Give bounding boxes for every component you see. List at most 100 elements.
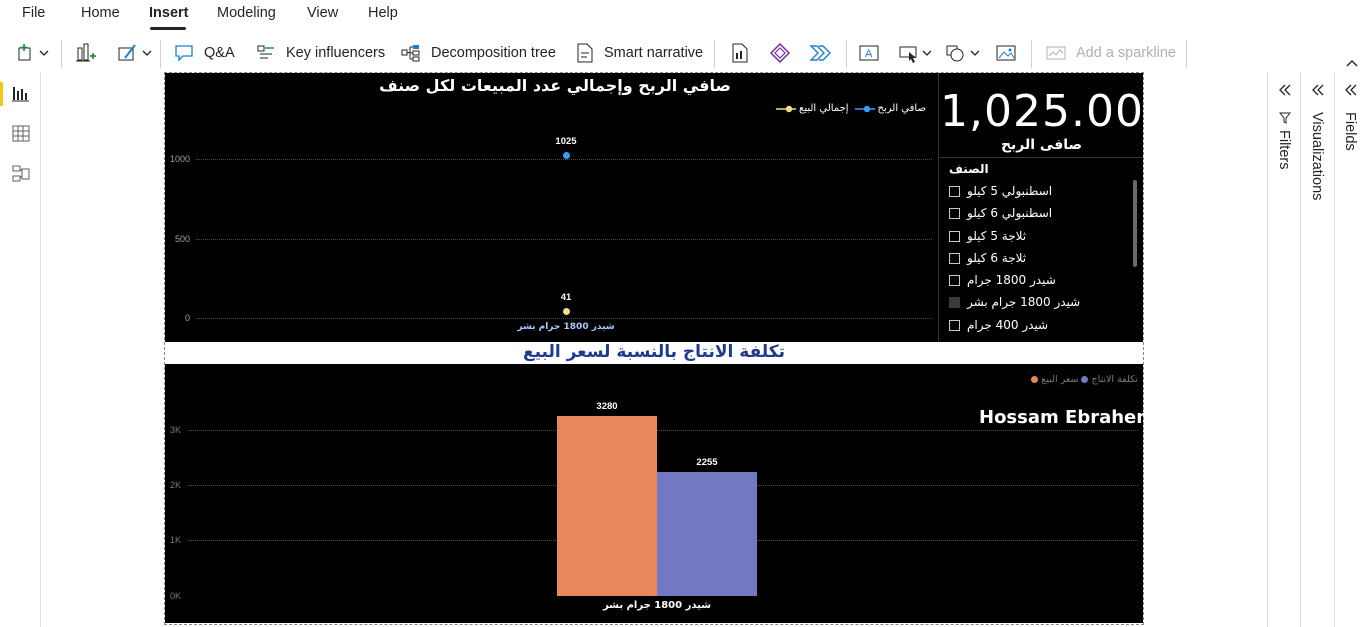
legend-marker-sales-icon xyxy=(776,105,796,112)
slicer-item-label: اسطنبولي 5 كيلو xyxy=(967,184,1053,198)
button-cursor-icon xyxy=(899,46,932,63)
legend-sale-price-label: سعر البيع xyxy=(1041,374,1079,385)
slicer-item-label: شيدر 1800 جرام xyxy=(967,273,1056,287)
image-button[interactable] xyxy=(995,34,1017,72)
slicer-checkbox[interactable] xyxy=(949,207,960,219)
x-category-label: شيدر 1800 جرام بشر xyxy=(517,322,615,332)
view-switcher-rail xyxy=(0,72,41,627)
menu-insert[interactable]: Insert xyxy=(149,5,189,21)
menu-help[interactable]: Help xyxy=(368,5,398,21)
author-name: Hossam Ebrahem xyxy=(979,407,1156,428)
decomposition-tree-label: Decomposition tree xyxy=(431,45,556,61)
y-tick-label: 0 xyxy=(184,313,190,323)
slicer-scrollbar[interactable] xyxy=(1133,180,1137,267)
qa-button[interactable]: Q&A xyxy=(174,34,235,72)
menu-modeling[interactable]: Modeling xyxy=(217,5,276,21)
menu-file[interactable]: File xyxy=(22,5,45,21)
paginated-report-icon xyxy=(732,43,748,63)
smart-narrative-icon xyxy=(577,43,593,63)
fields-pane[interactable]: Fields xyxy=(1334,72,1366,627)
power-apps-icon xyxy=(770,43,790,63)
menu-home[interactable]: Home xyxy=(81,5,120,21)
bar-chart-plus-icon xyxy=(76,43,96,62)
qa-label: Q&A xyxy=(204,45,235,61)
text-box-button[interactable]: A xyxy=(858,34,880,72)
speech-bubble-icon xyxy=(175,45,193,62)
key-influencers-button[interactable]: Key influencers xyxy=(256,34,385,72)
production-cost-data-label: 2255 xyxy=(696,456,718,468)
slicer-item-label: شيدر 400 جرام xyxy=(967,318,1049,332)
slicer-item-label: شيدر 1800 جرام بشر xyxy=(967,295,1081,309)
slicer-item-label: ثلاجة 6 كيلو xyxy=(967,251,1027,265)
net-profit-card-value: 1,025.00 xyxy=(940,86,1144,137)
slicer-checkbox[interactable] xyxy=(949,252,960,264)
legend-production-cost-dot xyxy=(1081,376,1089,383)
key-influencers-icon xyxy=(257,45,274,59)
more-visuals-button[interactable] xyxy=(75,34,97,72)
profit-sales-chart-title: صافي الربح وإجمالي عدد المبيعات لكل صنف xyxy=(379,76,731,95)
power-apps-button[interactable] xyxy=(770,34,790,72)
model-view-icon[interactable] xyxy=(11,164,31,184)
cost-chart-title-band: تكلفة الانتاج بالنسبة لسعر البيع xyxy=(165,342,1143,364)
smart-narrative-button[interactable]: Smart narrative xyxy=(576,34,703,72)
format-visual-button[interactable] xyxy=(117,34,153,72)
image-icon xyxy=(996,45,1016,61)
new-visual-button[interactable] xyxy=(18,34,52,72)
power-automate-icon xyxy=(809,45,831,61)
net-profit-card-label: صافى الربح xyxy=(1000,137,1083,153)
text-box-icon: A xyxy=(859,45,879,61)
slicer-item[interactable]: اسطنبولي 5 كيلو xyxy=(949,182,1052,200)
ribbon: Q&A Key influencers Decomposition tree S… xyxy=(0,34,1366,72)
fields-pane-label: Fields xyxy=(1342,112,1358,151)
slicer-item[interactable]: ثلاجة 5 كيلو xyxy=(949,227,1026,245)
slicer-item-label: اسطنبولي 6 كيلو xyxy=(967,206,1053,220)
slicer-item[interactable]: اسطنبولي 6 كيلو xyxy=(949,204,1052,222)
expand-fields-chevron-icon[interactable] xyxy=(1344,84,1358,96)
data-view-icon[interactable] xyxy=(11,124,31,144)
profit-sales-legend: إجمالي البيع صافي الربح xyxy=(776,103,926,114)
y-tick-label: 1K xyxy=(170,535,182,545)
slicer-item[interactable]: ثلاجة 6 كيلو xyxy=(949,249,1026,267)
legend-sales-label: إجمالي البيع xyxy=(799,103,849,114)
ribbon-separator xyxy=(61,40,62,68)
y-tick-label: 500 xyxy=(174,234,190,244)
add-sparkline-button[interactable]: Add a sparkline xyxy=(1046,34,1176,72)
legend-production-cost-label: تكلفة الانتاج xyxy=(1091,374,1138,385)
cost-vs-price-chart-title: تكلفة الانتاج بالنسبة لسعر البيع xyxy=(522,342,786,362)
active-view-indicator xyxy=(0,82,3,106)
x-category-label: شيدر 1800 جرام بشر xyxy=(602,600,712,611)
slicer-item[interactable]: شيدر 1800 جرام بشر xyxy=(949,293,1080,311)
expand-filters-chevron-icon[interactable] xyxy=(1278,84,1292,96)
svg-text:A: A xyxy=(865,48,873,60)
slicer-checkbox[interactable] xyxy=(949,230,960,242)
power-automate-button[interactable] xyxy=(809,34,831,72)
sales-point[interactable] xyxy=(562,307,570,315)
slicer-checkbox[interactable] xyxy=(949,185,960,197)
slicer-item[interactable]: شيدر 400 جرام xyxy=(949,316,1048,334)
ribbon-separator xyxy=(714,40,715,68)
filters-pane-label: Filters xyxy=(1276,130,1292,170)
sale-price-bar[interactable] xyxy=(557,415,657,596)
filters-pane[interactable]: Filters xyxy=(1267,72,1301,627)
report-view-icon[interactable] xyxy=(11,84,31,104)
legend-profit-label: صافي الربح xyxy=(877,103,926,114)
buttons-dropdown[interactable] xyxy=(898,34,936,72)
production-cost-bar[interactable] xyxy=(657,471,757,596)
profit-point[interactable] xyxy=(562,151,570,159)
y-tick-label: 0K xyxy=(170,591,182,601)
filter-funnel-icon xyxy=(1279,112,1291,124)
slicer-item[interactable]: شيدر 1800 جرام xyxy=(949,271,1056,289)
expand-visualizations-chevron-icon[interactable] xyxy=(1311,84,1325,96)
slicer-checkbox[interactable] xyxy=(949,274,960,286)
active-menu-indicator xyxy=(150,27,186,30)
shapes-dropdown[interactable] xyxy=(945,34,983,72)
slicer-checkbox[interactable] xyxy=(949,319,960,331)
menu-bar: File Home Insert Modeling View Help xyxy=(0,0,1366,30)
slicer-checkbox-checked[interactable] xyxy=(949,296,960,308)
menu-view[interactable]: View xyxy=(307,5,338,21)
paginated-report-button[interactable] xyxy=(731,34,749,72)
visualizations-pane[interactable]: Visualizations xyxy=(1300,72,1334,627)
collapse-ribbon-chevron-icon[interactable] xyxy=(1346,58,1358,68)
legend-sale-price-dot xyxy=(1031,376,1039,383)
decomposition-tree-button[interactable]: Decomposition tree xyxy=(401,34,556,72)
